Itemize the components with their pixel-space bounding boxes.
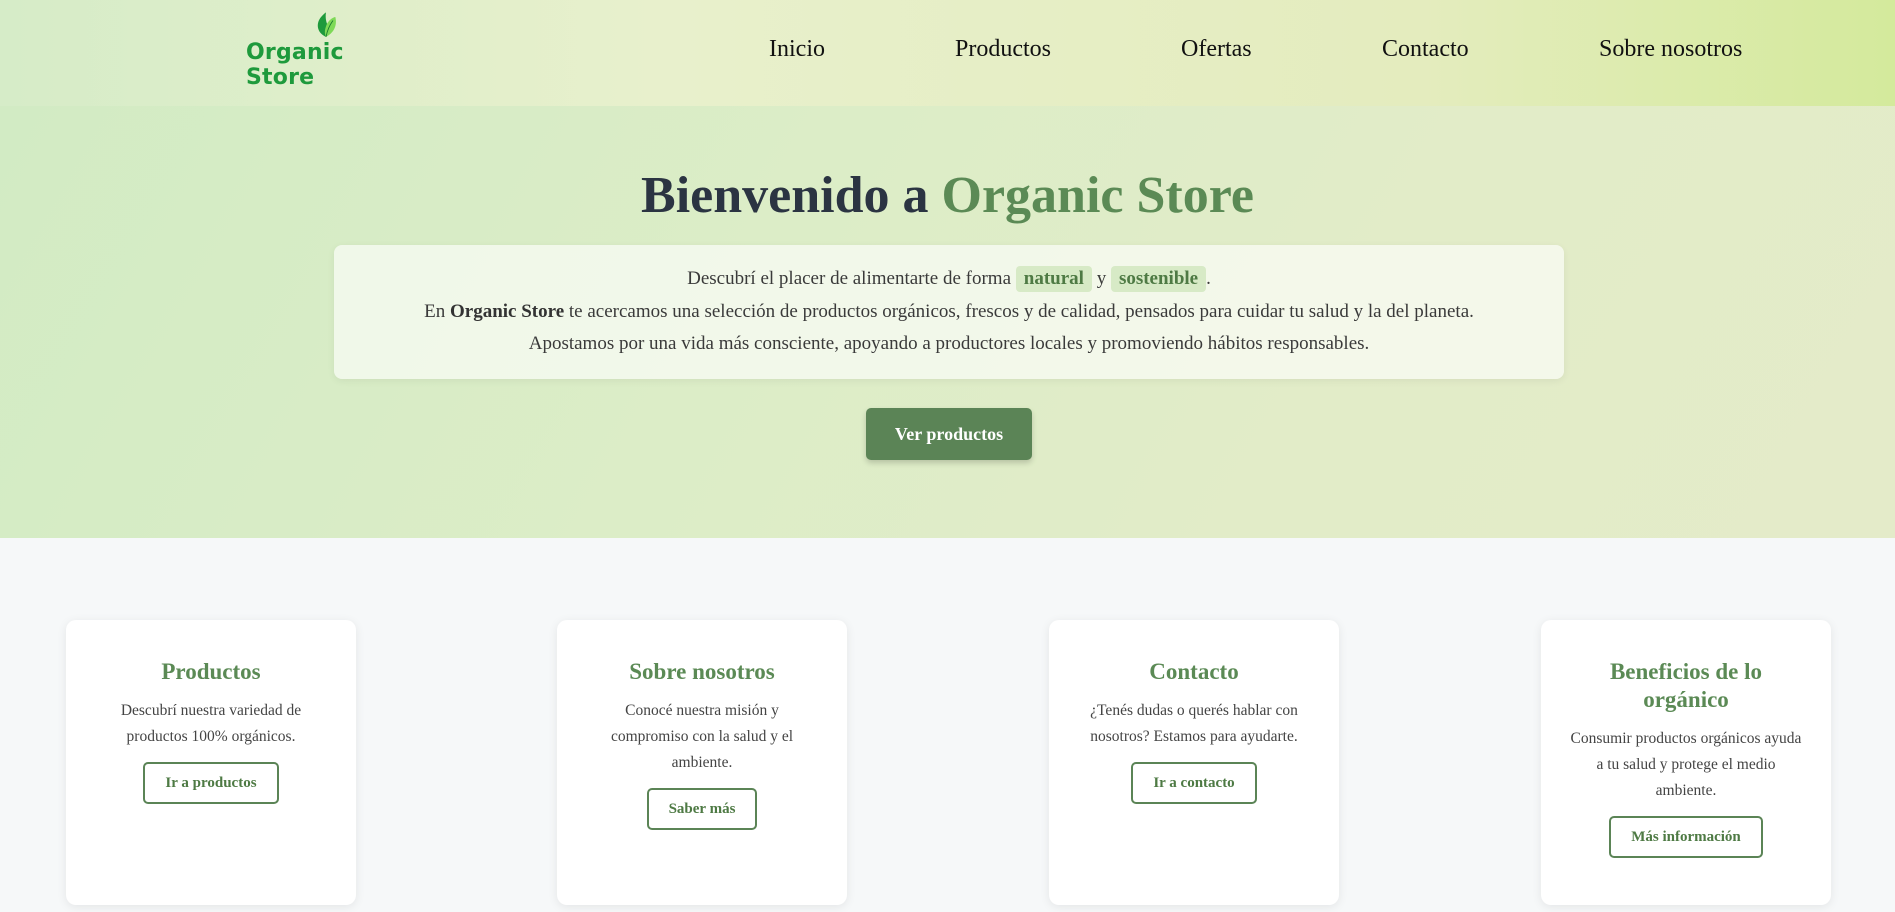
intro-box: Descubrí el placer de alimentarte de for… — [334, 245, 1564, 379]
card-text: Descubrí nuestra variedad de productos 1… — [120, 702, 302, 745]
tag-sostenible: sostenible — [1110, 266, 1207, 292]
intro-line-1-end: . — [1206, 268, 1211, 289]
nav-ofertas[interactable]: Ofertas — [1181, 36, 1252, 63]
tag-natural: natural — [1015, 266, 1092, 292]
ir-a-contacto-button[interactable]: Ir a contacto — [1131, 762, 1257, 804]
nav-inicio[interactable]: Inicio — [769, 36, 825, 63]
hero-title-brand: Organic Store — [941, 167, 1254, 224]
card-text: ¿Tenés dudas o querés hablar con nosotro… — [1090, 702, 1298, 745]
card-text: Consumir productos orgánicos ayuda a tu … — [1570, 730, 1802, 799]
card-productos: Productos Descubrí nuestra variedad de p… — [66, 620, 356, 905]
card-sobre-nosotros: Sobre nosotros Conocé nuestra misión y c… — [557, 620, 847, 905]
card-contacto: Contacto ¿Tenés dudas o querés hablar co… — [1049, 620, 1339, 905]
nav-contacto[interactable]: Contacto — [1382, 36, 1469, 63]
card-title: Productos — [161, 659, 261, 684]
card-beneficios: Beneficios de lo orgánico Consumir produ… — [1541, 620, 1831, 905]
intro-line-1-text: Descubrí el placer de alimentarte de for… — [687, 268, 1016, 289]
hero-title: Bienvenido a Organic Store — [0, 166, 1895, 225]
card-title: Contacto — [1149, 659, 1239, 684]
card-text: Conocé nuestra misión y compromiso con l… — [610, 702, 794, 771]
intro-line-2: En Organic Store te acercamos una selecc… — [334, 296, 1564, 329]
site-header: Organic Store Inicio Productos Ofertas C… — [0, 0, 1895, 106]
leaf-icon — [317, 12, 336, 37]
intro-line-1-and: y — [1091, 268, 1111, 289]
main-nav: Inicio Productos Ofertas Contacto Sobre … — [0, 36, 1895, 66]
intro-line-2-text: te acercamos una selección de productos … — [564, 300, 1474, 322]
saber-mas-button[interactable]: Saber más — [646, 788, 758, 830]
hero-section: Bienvenido a Organic Store Descubrí el p… — [0, 106, 1895, 538]
intro-line-3: Apostamos por una vida más consciente, a… — [528, 333, 1370, 354]
intro-line-1: Descubrí el placer de alimentarte de for… — [334, 263, 1564, 296]
card-title: Beneficios de lo orgánico — [1609, 659, 1763, 712]
nav-sobre-nosotros[interactable]: Sobre nosotros — [1599, 36, 1742, 63]
mas-informacion-button[interactable]: Más información — [1609, 816, 1763, 858]
intro-line-2-brand: Organic Store — [449, 300, 565, 322]
card-title: Sobre nosotros — [629, 659, 775, 684]
ir-a-productos-button[interactable]: Ir a productos — [143, 762, 279, 804]
nav-productos[interactable]: Productos — [955, 36, 1051, 63]
hero-title-prefix: Bienvenido a — [641, 167, 942, 224]
ver-productos-button[interactable]: Ver productos — [866, 408, 1032, 460]
intro-line-2-pre: En — [424, 300, 450, 322]
